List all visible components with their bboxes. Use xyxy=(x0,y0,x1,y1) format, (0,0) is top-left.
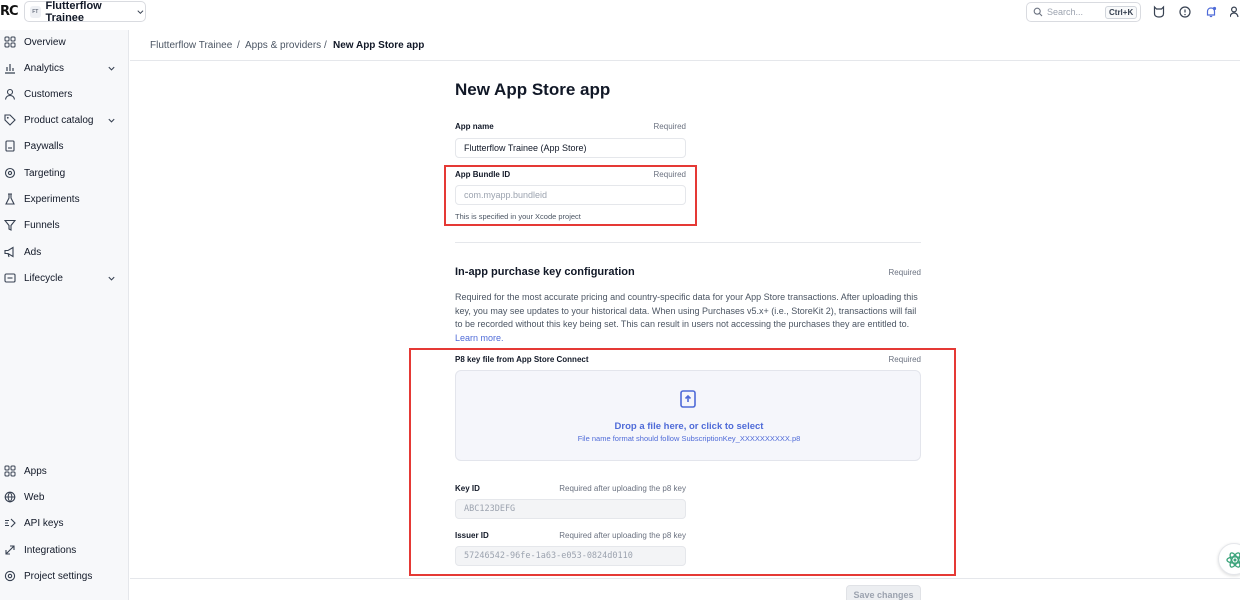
sidebar-item-web[interactable]: Web xyxy=(0,486,128,508)
apps-icon xyxy=(4,465,16,477)
sidebar-item-overview[interactable]: Overview xyxy=(0,31,128,53)
sidebar-item-label: Integrations xyxy=(24,544,77,556)
iap-required: Required xyxy=(888,268,921,277)
search-input[interactable] xyxy=(1047,7,1105,17)
lifecycle-icon xyxy=(4,273,16,283)
settings-icon xyxy=(4,570,16,582)
sidebar-item-integrations[interactable]: Integrations xyxy=(0,539,128,561)
sidebar-item-label: Customers xyxy=(24,88,73,100)
app-name-input[interactable] xyxy=(455,138,686,158)
sidebar-item-funnels[interactable]: Funnels xyxy=(0,214,128,236)
chevron-down-icon xyxy=(108,276,115,281)
target-icon xyxy=(4,167,16,179)
sidebar-item-apps[interactable]: Apps xyxy=(0,460,128,482)
funnel-icon xyxy=(4,219,16,231)
help-fab[interactable] xyxy=(1218,543,1240,575)
atom-icon xyxy=(1226,552,1240,568)
sidebar-item-label: Experiments xyxy=(24,193,80,205)
person-icon xyxy=(4,88,16,100)
breadcrumb-project[interactable]: Flutterflow Trainee xyxy=(150,40,232,51)
paywall-icon xyxy=(5,140,15,152)
key-icon xyxy=(5,518,16,528)
search-shortcut: Ctrl+K xyxy=(1105,5,1138,19)
chevron-down-icon xyxy=(137,9,144,14)
annotation-box-p8-config xyxy=(409,348,956,576)
action-bar xyxy=(130,578,1240,600)
sidebar-item-label: Product catalog xyxy=(24,114,94,126)
project-switcher[interactable]: FT Flutterflow Trainee xyxy=(24,0,146,24)
sidebar-item-label: Web xyxy=(24,491,45,503)
breadcrumb: Flutterflow Trainee / Apps & providers /… xyxy=(130,30,1240,61)
chevron-down-icon xyxy=(108,118,115,123)
sidebar-item-label: Apps xyxy=(24,465,47,477)
project-badge: FT xyxy=(30,5,41,18)
globe-icon xyxy=(4,491,16,503)
sidebar-item-product-catalog[interactable]: Product catalog xyxy=(0,109,128,131)
tag-icon xyxy=(4,114,16,126)
breadcrumb-apps-providers[interactable]: Apps & providers xyxy=(245,40,321,51)
iap-description: Required for the most accurate pricing a… xyxy=(455,291,925,345)
section-divider xyxy=(455,242,921,243)
sidebar-item-label: Overview xyxy=(24,36,66,48)
sidebar-item-ads[interactable]: Ads xyxy=(0,241,128,263)
integrations-icon xyxy=(5,545,15,555)
megaphone-icon xyxy=(4,246,14,258)
revenuecat-logo[interactable]: RC xyxy=(0,4,19,19)
sidebar-item-api-keys[interactable]: API keys xyxy=(0,512,128,534)
sidebar-item-lifecycle[interactable]: Lifecycle xyxy=(0,267,128,289)
sidebar-item-analytics[interactable]: Analytics xyxy=(0,57,128,79)
iap-description-text: Required for the most accurate pricing a… xyxy=(455,292,918,329)
sidebar-item-label: Targeting xyxy=(24,167,66,179)
sidebar-item-label: API keys xyxy=(24,517,64,529)
breadcrumb-current: New App Store app xyxy=(333,40,425,51)
sidebar-item-targeting[interactable]: Targeting xyxy=(0,162,128,184)
sidebar-item-experiments[interactable]: Experiments xyxy=(0,188,128,210)
annotation-box-bundle-id xyxy=(444,165,697,226)
sidebar-item-customers[interactable]: Customers xyxy=(0,83,128,105)
app-name-required: Required xyxy=(653,122,686,131)
sidebar-item-label: Project settings xyxy=(24,570,93,582)
save-changes-button[interactable]: Save changes xyxy=(846,585,921,600)
sidebar-item-label: Paywalls xyxy=(24,140,64,152)
learn-more-link[interactable]: Learn more. xyxy=(455,333,504,343)
sidebar-item-paywalls[interactable]: Paywalls xyxy=(0,135,128,157)
page-title: New App Store app xyxy=(455,80,611,99)
sidebar-item-project-settings[interactable]: Project settings xyxy=(0,565,128,587)
project-name: Flutterflow Trainee xyxy=(45,0,102,24)
sidebar-item-label: Lifecycle xyxy=(24,272,63,284)
sidebar: Overview Analytics Customers Product cat… xyxy=(0,30,129,600)
top-bar: RC FT Flutterflow Trainee Ctrl+K xyxy=(0,0,1240,24)
cat-icon[interactable] xyxy=(1152,5,1166,19)
sidebar-item-label: Ads xyxy=(24,246,42,258)
bar-chart-icon xyxy=(5,64,15,74)
sidebar-item-label: Analytics xyxy=(24,62,65,74)
notification-icon[interactable] xyxy=(1204,5,1218,19)
app-name-label: App name xyxy=(455,122,494,131)
sidebar-item-label: Funnels xyxy=(24,219,60,231)
search-box[interactable]: Ctrl+K xyxy=(1026,2,1141,22)
user-icon[interactable] xyxy=(1230,5,1240,19)
flask-icon xyxy=(5,193,15,205)
help-icon[interactable] xyxy=(1178,5,1192,19)
search-icon xyxy=(1033,7,1043,17)
grid-icon xyxy=(4,36,16,48)
chevron-down-icon xyxy=(108,66,115,71)
breadcrumb-separator: / xyxy=(324,40,327,51)
iap-section-title: In-app purchase key configuration xyxy=(455,266,635,278)
breadcrumb-separator: / xyxy=(237,40,240,51)
